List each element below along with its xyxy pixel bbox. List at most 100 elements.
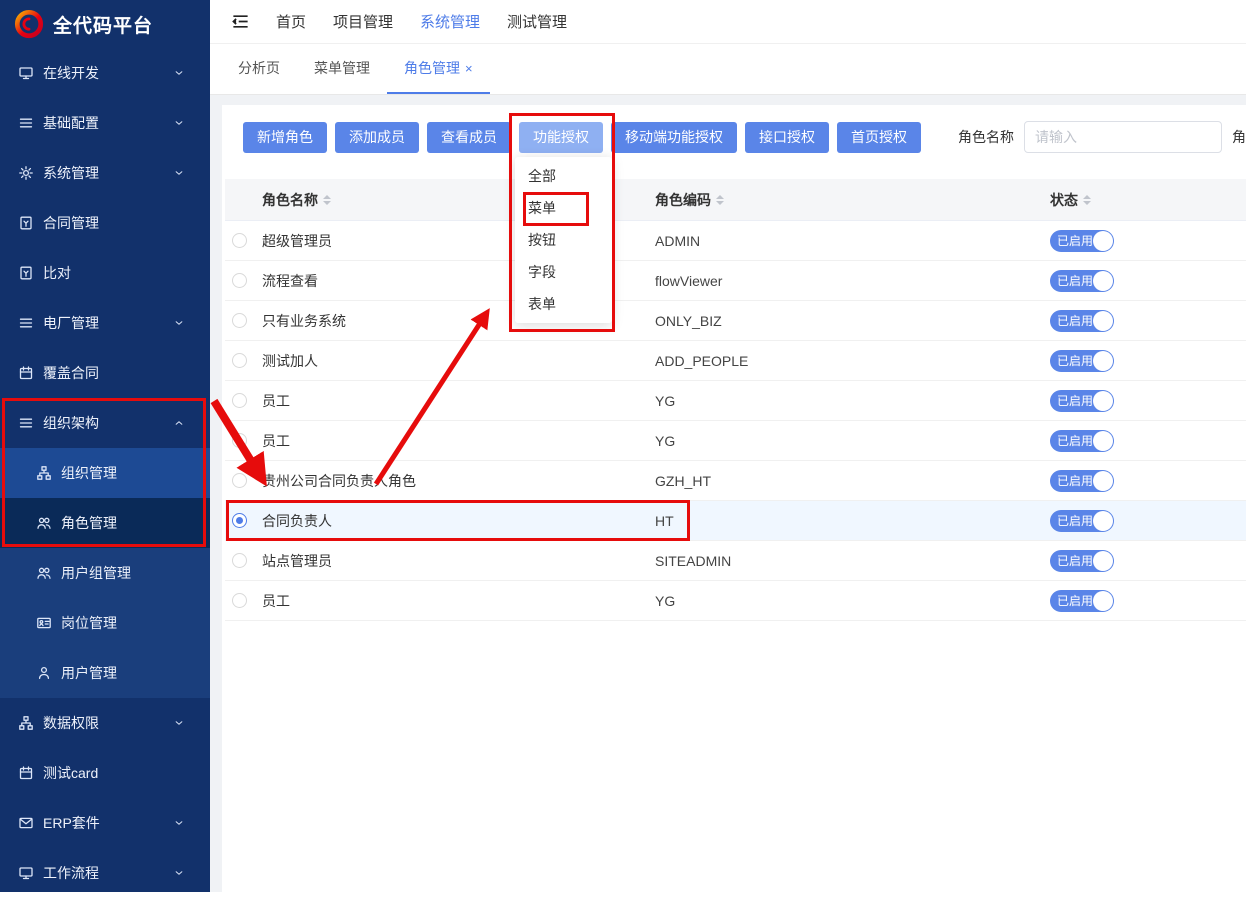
app-logo: 全代码平台 (0, 0, 210, 48)
sidebar-item-角色管理[interactable]: 角色管理 (0, 498, 210, 548)
role-name-cell: 站点管理员 (262, 551, 655, 571)
sidebar-item-电厂管理[interactable]: 电厂管理 (0, 298, 210, 348)
sidebar-item-基础配置[interactable]: 基础配置 (0, 98, 210, 148)
row-radio[interactable] (232, 313, 247, 328)
toolbar-button-移动端功能授权[interactable]: 移动端功能授权 (611, 122, 737, 153)
row-radio[interactable] (232, 353, 247, 368)
sidebar-item-数据权限[interactable]: 数据权限 (0, 698, 210, 748)
sidebar-item-合同管理[interactable]: 合同管理 (0, 198, 210, 248)
topnav-item-系统管理[interactable]: 系统管理 (420, 14, 480, 31)
status-toggle[interactable]: 已启用 (1050, 510, 1114, 532)
row-radio[interactable] (232, 593, 247, 608)
status-label: 已启用 (1057, 472, 1093, 489)
status-toggle[interactable]: 已启用 (1050, 230, 1114, 252)
gear-icon (17, 165, 34, 182)
tab-close-icon[interactable]: × (465, 61, 473, 76)
dropdown-item-表单[interactable]: 表单 (515, 288, 612, 320)
topnav-item-测试管理[interactable]: 测试管理 (507, 14, 567, 31)
toggle-knob (1093, 271, 1113, 291)
sidebar-item-工作流程[interactable]: 工作流程 (0, 848, 210, 898)
sort-carets-icon[interactable] (323, 195, 331, 205)
column-header-状态[interactable]: 状态 (1050, 190, 1246, 210)
status-toggle[interactable]: 已启用 (1050, 550, 1114, 572)
menu-lines-icon (17, 115, 34, 132)
row-radio[interactable] (232, 473, 247, 488)
sidebar-item-label: 工作流程 (43, 863, 99, 883)
table-row-SITEADMIN[interactable]: 站点管理员SITEADMIN已启用 (225, 541, 1246, 581)
sidebar-item-覆盖合同[interactable]: 覆盖合同 (0, 348, 210, 398)
chevron-down-icon (173, 317, 185, 329)
sidebar-item-系统管理[interactable]: 系统管理 (0, 148, 210, 198)
toolbar-button-功能授权[interactable]: 功能授权 (519, 122, 603, 153)
sidebar-item-测试card[interactable]: 测试card (0, 748, 210, 798)
row-radio[interactable] (232, 233, 247, 248)
toolbar-button-添加成员[interactable]: 添加成员 (335, 122, 419, 153)
row-radio[interactable] (232, 553, 247, 568)
column-header-角色编码[interactable]: 角色编码 (655, 190, 1050, 210)
sidebar-item-用户组管理[interactable]: 用户组管理 (0, 548, 210, 598)
org-icon (35, 465, 52, 482)
sidebar-item-用户管理[interactable]: 用户管理 (0, 648, 210, 698)
toolbar-button-首页授权[interactable]: 首页授权 (837, 122, 921, 153)
table-header-row: 角色名称角色编码状态 (225, 179, 1246, 221)
row-radio[interactable] (232, 513, 247, 528)
table-row-YG[interactable]: 员工YG已启用 (225, 421, 1246, 461)
role-name-input[interactable] (1024, 121, 1222, 153)
chevron-down-icon (173, 67, 185, 79)
dropdown-item-菜单[interactable]: 菜单 (515, 192, 612, 224)
table-row-ADMIN[interactable]: 超级管理员ADMIN已启用 (225, 221, 1246, 261)
menu-fold-icon[interactable] (231, 12, 250, 31)
topnav-item-首页[interactable]: 首页 (276, 14, 306, 31)
sidebar-item-组织管理[interactable]: 组织管理 (0, 448, 210, 498)
dropdown-item-按钮[interactable]: 按钮 (515, 224, 612, 256)
status-toggle[interactable]: 已启用 (1050, 390, 1114, 412)
toolbar-button-新增角色[interactable]: 新增角色 (243, 122, 327, 153)
row-radio[interactable] (232, 433, 247, 448)
status-toggle[interactable]: 已启用 (1050, 470, 1114, 492)
dropdown-item-字段[interactable]: 字段 (515, 256, 612, 288)
table-row-flowViewer[interactable]: 流程查看flowViewer已启用 (225, 261, 1246, 301)
status-toggle[interactable]: 已启用 (1050, 310, 1114, 332)
status-toggle[interactable]: 已启用 (1050, 430, 1114, 452)
sidebar-item-在线开发[interactable]: 在线开发 (0, 48, 210, 98)
role-code-cell: ADD_PEOPLE (655, 353, 1050, 369)
table-row-ADD_PEOPLE[interactable]: 测试加人ADD_PEOPLE已启用 (225, 341, 1246, 381)
toolbar-button-接口授权[interactable]: 接口授权 (745, 122, 829, 153)
sidebar-item-label: 角色管理 (61, 513, 117, 533)
topnav-item-项目管理[interactable]: 项目管理 (333, 14, 393, 31)
role-code-cell: ONLY_BIZ (655, 313, 1050, 329)
sidebar-item-ERP套件[interactable]: ERP套件 (0, 798, 210, 848)
toggle-knob (1093, 591, 1113, 611)
calendar-icon (17, 765, 34, 782)
dropdown-item-全部[interactable]: 全部 (515, 160, 612, 192)
chevron-down-icon (173, 117, 185, 129)
sort-carets-icon[interactable] (716, 195, 724, 205)
tab-菜单管理[interactable]: 菜单管理 (297, 44, 387, 94)
status-toggle[interactable]: 已启用 (1050, 270, 1114, 292)
tab-分析页[interactable]: 分析页 (221, 44, 297, 94)
role-code-cell: YG (655, 433, 1050, 449)
sidebar-item-label: 组织架构 (43, 413, 99, 433)
row-radio[interactable] (232, 273, 247, 288)
table-row-YG[interactable]: 员工YG已启用 (225, 581, 1246, 621)
sidebar-item-组织架构[interactable]: 组织架构 (0, 398, 210, 448)
tabbar: 分析页菜单管理角色管理 × (210, 44, 1246, 95)
tab-label: 角色管理 (404, 58, 460, 78)
table-row-HT[interactable]: 合同负责人HT已启用 (225, 501, 1246, 541)
status-label: 已启用 (1057, 312, 1093, 329)
row-radio[interactable] (232, 393, 247, 408)
status-toggle[interactable]: 已启用 (1050, 590, 1114, 612)
roles-table: 角色名称角色编码状态超级管理员ADMIN已启用流程查看flowViewer已启用… (225, 179, 1246, 621)
sidebar-item-比对[interactable]: 比对 (0, 248, 210, 298)
sidebar-item-岗位管理[interactable]: 岗位管理 (0, 598, 210, 648)
role-name-filter: 角色名称 角 (958, 121, 1246, 153)
table-row-ONLY_BIZ[interactable]: 只有业务系统ONLY_BIZ已启用 (225, 301, 1246, 341)
sort-carets-icon[interactable] (1083, 195, 1091, 205)
chevron-down-icon (173, 717, 185, 729)
tab-角色管理[interactable]: 角色管理 × (387, 44, 490, 94)
tab-label: 分析页 (238, 58, 280, 78)
table-row-GZH_HT[interactable]: 贵州公司合同负责人角色GZH_HT已启用 (225, 461, 1246, 501)
table-row-YG[interactable]: 员工YG已启用 (225, 381, 1246, 421)
toolbar-button-查看成员[interactable]: 查看成员 (427, 122, 511, 153)
status-toggle[interactable]: 已启用 (1050, 350, 1114, 372)
